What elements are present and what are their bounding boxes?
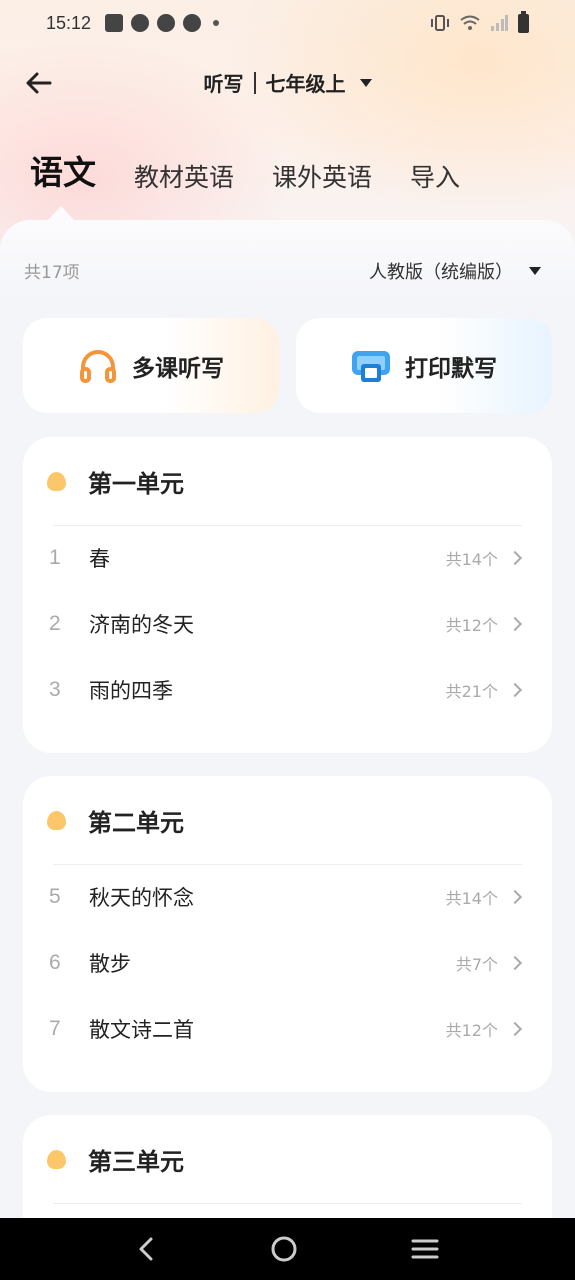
lesson-name: 济南的冬天 [89,613,194,637]
unit-divider [53,525,522,526]
tab-textbook-english[interactable]: 教材英语 [134,158,234,198]
unit-title: 第三单元 [88,1147,184,1176]
chevron-right-icon [507,889,523,905]
lesson-row[interactable]: 7 散文诗二首 共12个 [23,996,552,1062]
print-dictation-button[interactable]: 打印默写 [296,318,552,413]
grade-label: 七年级上 [265,72,346,96]
page-title: 听写 [203,72,244,96]
print-dictation-label: 打印默写 [405,355,497,382]
edition-selector[interactable]: 人教版（统编版） [369,258,541,284]
lesson-word-count: 共7个 [455,955,498,974]
lesson-word-count: 共21个 [445,682,498,701]
lesson-number: 3 [49,678,61,701]
notification-app-icon [131,14,150,32]
chevron-right-icon [507,682,523,698]
unit-dot-icon [47,1149,66,1169]
lesson-number: 6 [49,951,61,974]
unit-header: 第二单元 [23,776,552,864]
edition-label: 人教版（统编版） [369,262,513,283]
nav-back-icon[interactable] [135,1235,159,1263]
notification-app-icon [105,14,124,32]
unit-card: 第一单元 1 春 共14个 2 济南的冬天 共12个 3 雨的四季 共21个 [23,437,552,753]
nav-home-icon[interactable] [269,1234,299,1264]
unit-divider [53,864,522,865]
app-header: 听写 七年级上 [0,58,575,108]
item-count: 共17项 [24,263,80,283]
lesson-word-count: 共14个 [445,550,498,569]
chevron-right-icon [507,955,523,971]
lesson-row[interactable]: 2 济南的冬天 共12个 [23,591,552,657]
caret-down-icon [529,267,541,275]
vibrate-icon [431,15,449,31]
battery-icon [518,10,529,33]
tab-import[interactable]: 导入 [410,158,460,198]
unit-dot-icon [47,471,66,491]
lesson-name: 散文诗二首 [89,1018,194,1042]
status-bar: 15:12 [0,0,575,46]
chevron-right-icon [507,550,523,566]
grade-selector[interactable]: 听写 七年级上 [0,68,575,97]
subject-tabs: 语文 教材英语 课外英语 导入 [30,146,498,198]
notification-app-icon [157,14,176,32]
tab-extracurricular-english[interactable]: 课外英语 [272,158,372,198]
lesson-row[interactable]: 1 春 共14个 [23,525,552,591]
lesson-name: 秋天的怀念 [89,886,194,910]
caret-down-icon [359,78,372,87]
unit-title: 第二单元 [88,808,184,837]
lesson-name: 春 [89,547,110,571]
lesson-number: 5 [49,885,61,908]
status-time: 15:12 [46,12,92,33]
lesson-number: 1 [49,546,61,569]
active-tab-indicator [48,206,74,220]
lesson-word-count: 共14个 [445,889,498,908]
lesson-row[interactable]: 6 散步 共7个 [23,930,552,996]
title-separator [253,71,256,94]
unit-card: 第二单元 5 秋天的怀念 共14个 6 散步 共7个 7 散文诗二首 共12个 [23,776,552,1092]
chevron-right-icon [507,616,523,632]
more-notifications-icon [213,20,220,26]
lesson-name: 散步 [89,952,131,976]
notification-app-icon [183,14,202,32]
lesson-number: 2 [49,612,61,635]
multi-lesson-dictation-button[interactable]: 多课听写 [23,318,279,413]
printer-icon [352,350,390,382]
system-nav-bar [0,1218,575,1280]
nav-menu-icon[interactable] [410,1237,440,1261]
tab-chinese[interactable]: 语文 [30,146,96,198]
headphones-icon [80,349,116,383]
unit-header: 第三单元 [23,1115,552,1203]
signal-icon [491,15,508,31]
lesson-name: 雨的四季 [89,679,173,703]
unit-header: 第一单元 [23,437,552,525]
unit-dot-icon [47,810,66,830]
lesson-row[interactable]: 3 雨的四季 共21个 [23,657,552,723]
chevron-right-icon [507,1021,523,1037]
lesson-word-count: 共12个 [445,1021,498,1040]
multi-lesson-dictation-label: 多课听写 [132,355,224,382]
unit-divider [53,1203,522,1204]
lesson-word-count: 共12个 [445,616,498,635]
lesson-number: 7 [49,1017,61,1040]
lesson-row[interactable]: 5 秋天的怀念 共14个 [23,864,552,930]
wifi-icon [460,15,480,30]
unit-title: 第一单元 [88,469,184,498]
